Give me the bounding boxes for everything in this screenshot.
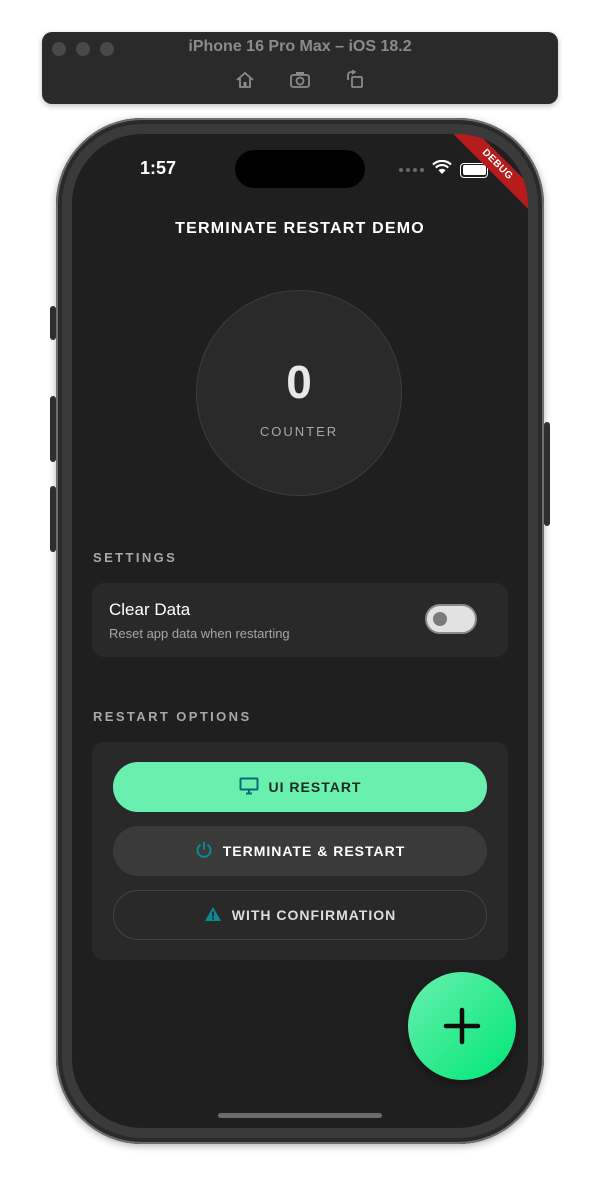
toggle-knob bbox=[433, 612, 447, 626]
simulator-toolbar: iPhone 16 Pro Max – iOS 18.2 bbox=[42, 32, 558, 104]
dynamic-island bbox=[235, 150, 365, 188]
counter-display: 0 COUNTER bbox=[196, 290, 402, 496]
counter-value: 0 bbox=[286, 356, 312, 408]
plus-icon bbox=[408, 972, 516, 1080]
screenshot-icon[interactable] bbox=[289, 70, 311, 90]
clear-data-setting-card: Clear Data Reset app data when restartin… bbox=[92, 583, 508, 657]
with-confirmation-label: WITH CONFIRMATION bbox=[231, 907, 397, 923]
volume-up-button bbox=[50, 396, 56, 462]
simulator-title: iPhone 16 Pro Max – iOS 18.2 bbox=[188, 38, 412, 55]
power-icon bbox=[195, 841, 213, 862]
volume-down-button bbox=[50, 486, 56, 552]
increment-fab-button[interactable] bbox=[408, 972, 516, 1080]
warning-icon bbox=[204, 906, 222, 925]
action-button bbox=[50, 306, 56, 340]
restart-options-card: UI RESTART TERMINATE & RESTART WITH CONF… bbox=[92, 742, 508, 960]
home-icon[interactable] bbox=[235, 70, 255, 90]
ui-restart-button[interactable]: UI RESTART bbox=[113, 762, 487, 812]
terminate-restart-button[interactable]: TERMINATE & RESTART bbox=[113, 826, 487, 876]
counter-label: COUNTER bbox=[259, 424, 339, 439]
ui-restart-label: UI RESTART bbox=[268, 779, 362, 795]
wifi-icon bbox=[432, 159, 452, 180]
signal-dots-icon bbox=[399, 168, 424, 172]
terminate-restart-label: TERMINATE & RESTART bbox=[222, 843, 406, 859]
clear-data-subtitle: Reset app data when restarting bbox=[109, 626, 290, 641]
clear-data-toggle[interactable] bbox=[425, 604, 477, 634]
rotate-icon[interactable] bbox=[345, 70, 365, 90]
home-indicator[interactable] bbox=[218, 1113, 382, 1118]
app-title: TERMINATE RESTART DEMO bbox=[175, 220, 425, 237]
clear-data-title: Clear Data bbox=[109, 600, 191, 619]
restart-options-section-label: RESTART OPTIONS bbox=[93, 709, 252, 724]
with-confirmation-button[interactable]: WITH CONFIRMATION bbox=[113, 890, 487, 940]
monitor-icon bbox=[239, 777, 259, 798]
status-icons bbox=[399, 159, 488, 180]
power-button bbox=[544, 422, 550, 526]
settings-section-label: SETTINGS bbox=[93, 550, 178, 565]
status-time: 1:57 bbox=[140, 158, 177, 178]
